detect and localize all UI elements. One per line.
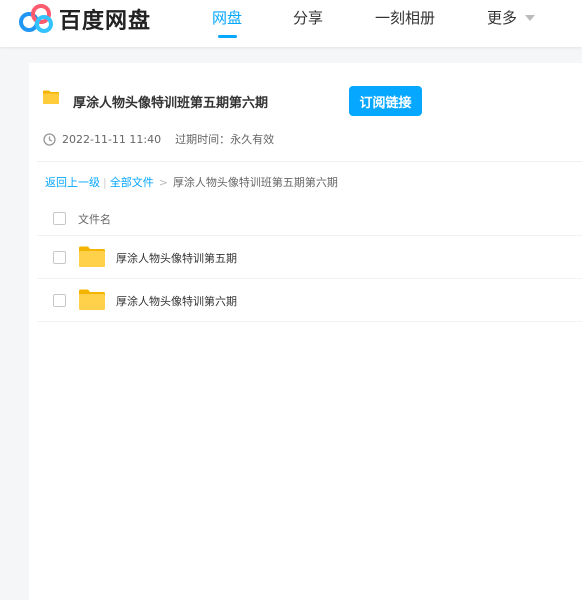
nav-more[interactable]: 更多 — [487, 7, 536, 28]
divider — [37, 161, 582, 162]
nav-netdisk[interactable]: 网盘 — [212, 7, 242, 28]
folder-icon — [79, 246, 105, 267]
all-files-link[interactable]: 全部文件 — [110, 176, 154, 189]
table-row[interactable]: 厚涂人物头像特训第六期 — [37, 279, 582, 322]
breadcrumb-separator: | — [103, 176, 107, 189]
share-title: 厚涂人物头像特训班第五期第六期 — [73, 96, 269, 111]
file-name[interactable]: 厚涂人物头像特训第五期 — [116, 250, 237, 266]
clock-icon — [43, 132, 56, 146]
subscribe-link-button[interactable]: 订阅链接 — [349, 86, 422, 116]
active-tab-indicator — [218, 35, 237, 38]
nav-more-label: 更多 — [487, 9, 518, 27]
breadcrumb-arrow: > — [158, 176, 168, 189]
table-row[interactable]: 厚涂人物头像特训第五期 — [37, 236, 582, 279]
file-table-header: 文件名 — [37, 203, 582, 236]
share-panel: 厚涂人物头像特训班第五期第六期 订阅链接 2022-11-11 11:40 过期… — [29, 63, 582, 600]
folder-icon — [43, 90, 59, 104]
folder-icon — [79, 289, 105, 310]
column-header-filename: 文件名 — [78, 213, 111, 226]
breadcrumb: 返回上一级 | 全部文件 > 厚涂人物头像特训班第五期第六期 — [45, 174, 338, 190]
logo-text: 百度网盘 — [59, 9, 152, 34]
select-all-checkbox[interactable] — [53, 212, 66, 225]
row-checkbox[interactable] — [53, 294, 66, 307]
row-checkbox[interactable] — [53, 251, 66, 264]
share-time: 2022-11-11 11:40 — [62, 132, 162, 146]
share-title-row: 厚涂人物头像特训班第五期第六期 订阅链接 — [43, 86, 582, 116]
cloud-logo-icon — [19, 4, 53, 33]
back-link[interactable]: 返回上一级 — [45, 176, 100, 189]
top-header: 百度网盘 网盘 分享 一刻相册 更多 — [0, 0, 582, 47]
baidu-netdisk-logo[interactable]: 百度网盘 — [17, 3, 151, 35]
file-name[interactable]: 厚涂人物头像特训第六期 — [116, 293, 237, 309]
share-meta: 2022-11-11 11:40 过期时间：永久有效 — [43, 131, 274, 147]
breadcrumb-current: 厚涂人物头像特训班第五期第六期 — [172, 176, 338, 189]
nav-share[interactable]: 分享 — [293, 7, 323, 28]
expire-info: 过期时间：永久有效 — [175, 133, 275, 146]
chevron-down-icon — [525, 15, 536, 21]
nav-moment-album[interactable]: 一刻相册 — [375, 7, 435, 28]
